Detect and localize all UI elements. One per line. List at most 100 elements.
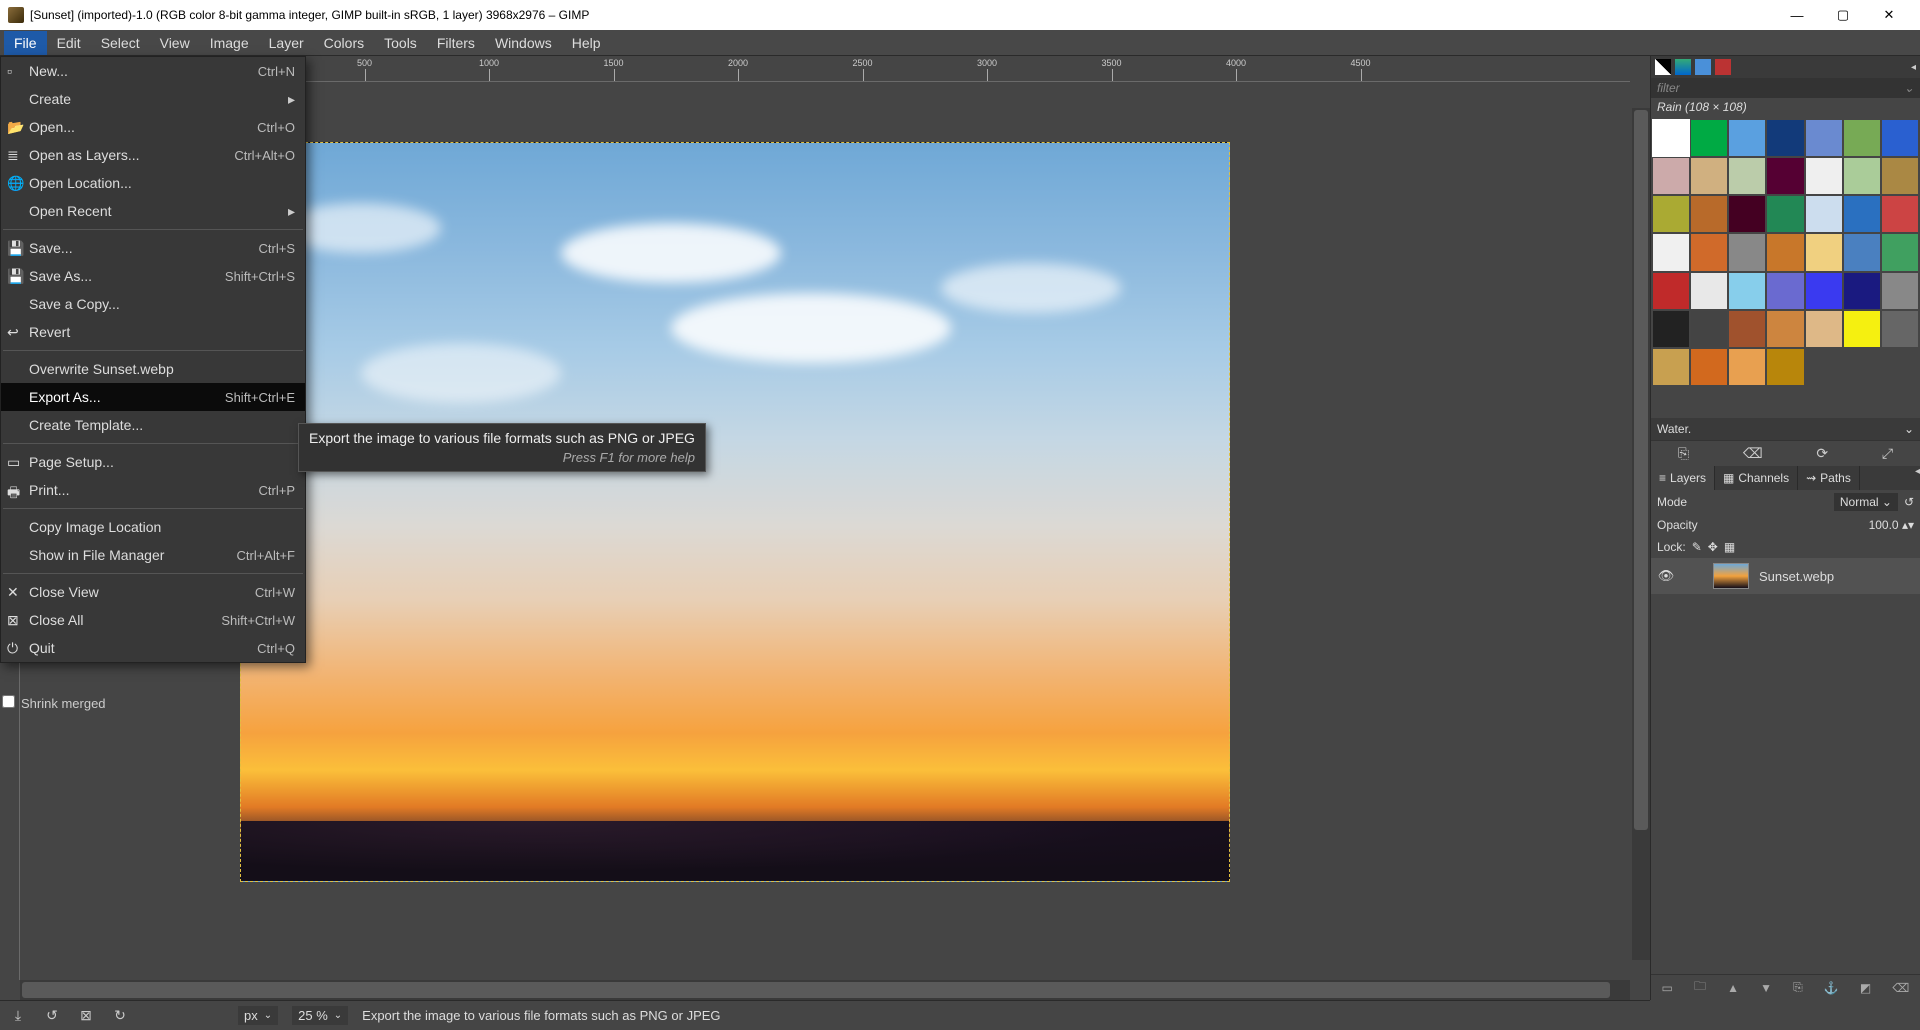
menu-tools[interactable]: Tools [374,31,427,55]
image-canvas[interactable] [240,142,1230,882]
new-group-icon[interactable]: 🗀 [1694,977,1706,998]
pattern-swatch[interactable] [1767,120,1803,156]
pattern-swatch[interactable] [1729,311,1765,347]
file-menu-item[interactable]: 💾Save...Ctrl+S [1,234,305,262]
file-menu-item[interactable]: Create [1,85,305,113]
dock-menu-icon[interactable]: ◂ [1915,466,1920,490]
file-menu-item[interactable]: 🖶Print...Ctrl+P [1,476,305,504]
file-menu-dropdown[interactable]: ▫New...Ctrl+NCreate📂Open...Ctrl+O≣Open a… [0,56,306,663]
pattern-swatch[interactable] [1806,196,1842,232]
layer-visibility-icon[interactable]: 👁 [1657,568,1675,584]
file-menu-item[interactable]: Save a Copy... [1,290,305,318]
pattern-swatch[interactable] [1653,120,1689,156]
cancel-icon[interactable]: ⊠ [76,1007,96,1024]
file-menu-item[interactable]: 🌐Open Location... [1,169,305,197]
pattern-swatch[interactable] [1653,311,1689,347]
raise-layer-icon[interactable]: ▲ [1727,981,1739,995]
layer-item[interactable]: 👁 Sunset.webp [1651,558,1920,594]
pattern-swatch[interactable] [1653,349,1689,385]
pattern-swatch[interactable] [1767,311,1803,347]
pattern-swatch[interactable] [1729,196,1765,232]
menu-view[interactable]: View [150,31,200,55]
pattern-swatch[interactable] [1844,273,1880,309]
delete-icon[interactable]: ⌫ [1743,445,1763,462]
undo-history-icon[interactable]: ↺ [42,1007,62,1024]
pattern-swatch[interactable] [1691,273,1727,309]
brushes-tab-icon[interactable] [1655,59,1671,75]
redo-icon[interactable]: ↻ [110,1007,130,1024]
pattern-swatch[interactable] [1767,158,1803,194]
pattern-swatch[interactable] [1691,349,1727,385]
pattern-swatch[interactable] [1729,234,1765,270]
pattern-swatch[interactable] [1806,120,1842,156]
lock-alpha-icon[interactable]: ▦ [1724,540,1735,554]
file-menu-item[interactable]: ▫New...Ctrl+N [1,57,305,85]
file-menu-item[interactable]: ▭Page Setup... [1,448,305,476]
file-menu-item[interactable]: 💾Save As...Shift+Ctrl+S [1,262,305,290]
menu-windows[interactable]: Windows [485,31,562,55]
mode-switch-icon[interactable]: ↺ [1904,495,1914,509]
tool-option-shrink-merged[interactable]: Shrink merged [2,695,147,711]
file-menu-item[interactable]: 📂Open...Ctrl+O [1,113,305,141]
menu-select[interactable]: Select [91,31,150,55]
pattern-swatch[interactable] [1882,196,1918,232]
pattern-swatch[interactable] [1729,349,1765,385]
layer-name[interactable]: Sunset.webp [1759,569,1834,584]
file-menu-item[interactable]: ≣Open as Layers...Ctrl+Alt+O [1,141,305,169]
lock-position-icon[interactable]: ✥ [1708,540,1718,554]
menu-help[interactable]: Help [562,31,611,55]
pattern-swatch[interactable] [1844,120,1880,156]
patterns-grid[interactable] [1651,118,1920,418]
pattern-swatch[interactable] [1844,234,1880,270]
vertical-scrollbar[interactable] [1632,108,1650,960]
chevron-down-icon[interactable]: ⌄ [1904,81,1914,95]
shrink-merged-checkbox[interactable] [2,695,15,708]
pattern-swatch[interactable] [1691,234,1727,270]
pattern-swatch[interactable] [1882,311,1918,347]
pattern-swatch[interactable] [1653,234,1689,270]
pattern-swatch[interactable] [1844,311,1880,347]
pattern-swatch[interactable] [1691,158,1727,194]
pattern-swatch[interactable] [1653,196,1689,232]
duplicate-layer-icon[interactable]: ⎘ [1793,980,1803,995]
menu-layer[interactable]: Layer [259,31,314,55]
file-menu-item[interactable]: Overwrite Sunset.webp [1,355,305,383]
pattern-swatch[interactable] [1767,349,1803,385]
pattern-swatch[interactable] [1691,120,1727,156]
pattern-swatch[interactable] [1806,158,1842,194]
mask-icon[interactable]: ◩ [1860,981,1871,995]
pattern-swatch[interactable] [1844,196,1880,232]
save-status-icon[interactable]: ⤓ [8,1007,28,1024]
pattern-swatch[interactable] [1653,158,1689,194]
pattern-swatch[interactable] [1729,158,1765,194]
merge-down-icon[interactable]: ⚓ [1824,981,1839,995]
pattern-swatch[interactable] [1767,196,1803,232]
file-menu-item[interactable]: Export As...Shift+Ctrl+E [1,383,305,411]
pattern-swatch[interactable] [1844,158,1880,194]
menu-colors[interactable]: Colors [314,31,374,55]
file-menu-item[interactable]: ✕Close ViewCtrl+W [1,578,305,606]
refresh-icon[interactable]: ⟳ [1816,445,1828,462]
minimize-button[interactable]: — [1774,0,1820,30]
lower-layer-icon[interactable]: ▼ [1760,981,1772,995]
paths-tab[interactable]: ⇝ Paths [1798,466,1860,490]
delete-layer-icon[interactable]: ⌫ [1892,981,1909,995]
menu-filters[interactable]: Filters [427,31,485,55]
file-menu-item[interactable]: Open Recent [1,197,305,225]
pattern-swatch[interactable] [1882,120,1918,156]
fonts-tab-icon[interactable] [1715,59,1731,75]
file-menu-item[interactable]: ↩Revert [1,318,305,346]
menu-image[interactable]: Image [200,31,259,55]
lock-pixels-icon[interactable]: ✎ [1692,540,1702,554]
dock-menu-icon[interactable]: ◂ [1911,62,1916,73]
menu-edit[interactable]: Edit [47,31,91,55]
maximize-button[interactable]: ▢ [1820,0,1866,30]
zoom-select[interactable]: 25 % ⌄ [292,1006,348,1025]
unit-select[interactable]: px ⌄ [238,1006,278,1025]
new-layer-icon[interactable]: ▭ [1662,981,1673,995]
gradients-tab-icon[interactable] [1695,59,1711,75]
pattern-selected-name-combo[interactable]: Water. ⌄ [1651,418,1920,440]
file-menu-item[interactable]: Create Template... [1,411,305,439]
pattern-swatch[interactable] [1882,234,1918,270]
close-window-button[interactable]: ✕ [1866,0,1912,30]
